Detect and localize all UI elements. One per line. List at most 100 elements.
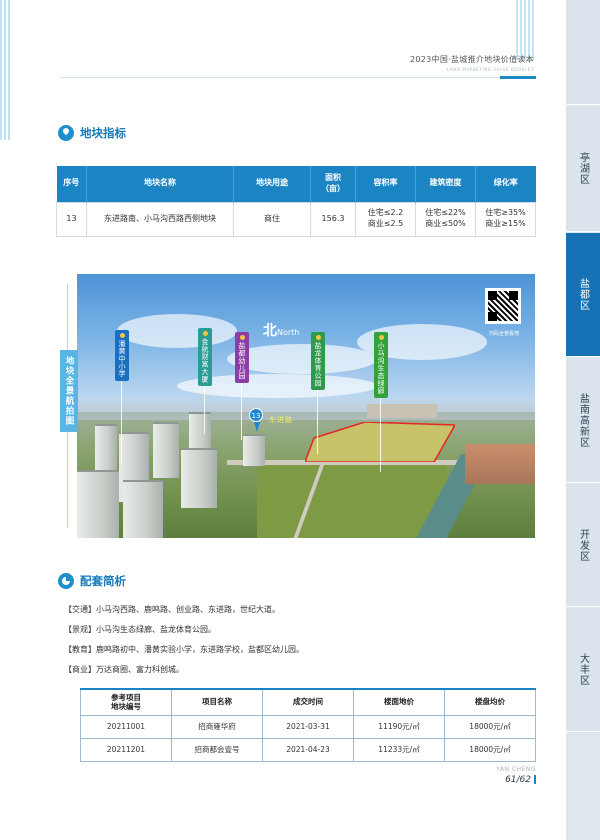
- qr-code-pattern: [488, 291, 518, 321]
- header-cell: 楼盘均价: [444, 688, 536, 716]
- qr-code-icon[interactable]: [485, 288, 521, 324]
- footer-brand: YAN CHENG: [496, 766, 536, 773]
- side-nav-label: 盐南高新区: [577, 392, 589, 448]
- cell: 18000元/㎡: [444, 737, 536, 762]
- building: [77, 470, 119, 538]
- cell-density: 住宅≤22% 商业≤50%: [415, 201, 476, 237]
- reference-projects-table: 参考项目 地块编号 项目名称 成交时间 楼面地价 楼盘均价 20211001 招…: [80, 688, 536, 762]
- page-number-wrap: 61/62: [460, 775, 536, 785]
- cell: 招商雍华府: [171, 714, 263, 739]
- building: [189, 412, 211, 448]
- table-header-row: 参考项目 地块编号 项目名称 成交时间 楼面地价 楼盘均价: [80, 688, 536, 716]
- cell: 20211201: [80, 737, 172, 762]
- building: [123, 480, 163, 538]
- aerial-haze: [77, 398, 535, 420]
- cell-use: 商住: [233, 201, 311, 237]
- label-text: 盐龙体育公园: [314, 342, 322, 387]
- header-cell: 成交时间: [262, 688, 354, 716]
- header-divider: [60, 77, 536, 78]
- dot-icon: [378, 335, 384, 340]
- building: [465, 444, 535, 484]
- table-row: 20211001 招商雍华府 2021-03-31 11190元/㎡ 18000…: [80, 714, 536, 739]
- cell: 11233元/㎡: [353, 737, 445, 762]
- header-cell: 地块名称: [86, 166, 234, 202]
- side-nav-item-kaifa[interactable]: 开发区: [566, 484, 600, 607]
- document-subtitle: LAND MARKETING VALUE BOOKLET: [446, 67, 534, 72]
- decorative-stripes-top: [516, 0, 536, 60]
- cell-name: 东进路南、小马沟西路西侧地块: [86, 201, 234, 237]
- north-word: North: [277, 328, 300, 337]
- cloud: [117, 314, 237, 348]
- plot-13-pin-icon: 13: [249, 408, 263, 422]
- district-side-nav: 亭湖区 盐都区 盐南高新区 开发区 大丰区: [566, 0, 600, 840]
- side-nav-label: 大丰区: [577, 653, 589, 686]
- header-divider-accent: [500, 76, 536, 79]
- header-cell: 面积 （亩）: [310, 166, 356, 202]
- section-title-facilities: 配套简析: [58, 573, 126, 589]
- pie-chart-icon: [58, 573, 74, 589]
- cell: 2021-03-31: [262, 714, 354, 739]
- side-nav-item-yandu[interactable]: 盐都区: [566, 233, 600, 357]
- section-title-indicators: 地块指标: [58, 125, 126, 141]
- facility-transport: 【交通】小马沟西路、鹿鸣路、创业路、东进路，世纪大道。: [64, 605, 280, 614]
- side-nav-item-tinghu[interactable]: 亭湖区: [566, 106, 600, 232]
- dot-icon: [315, 335, 321, 340]
- building: [181, 448, 217, 508]
- table-row: 20211201 招商都会壹号 2021-04-23 11233元/㎡ 1800…: [80, 737, 536, 762]
- cell-far: 住宅≤2.2 商业≤2.5: [355, 201, 416, 237]
- cell: 20211001: [80, 714, 172, 739]
- side-nav-item-dafeng[interactable]: 大丰区: [566, 608, 600, 732]
- side-nav-label: 开发区: [577, 528, 589, 562]
- cell: 18000元/㎡: [444, 714, 536, 739]
- cell-green: 住宅≥35% 商业≥15%: [475, 201, 536, 237]
- header-cell: 项目名称: [171, 688, 263, 716]
- label-jinhang-tower: 金航财富大厦: [198, 328, 212, 386]
- label-xiaomagou-greenway: 小马沟生态绿廊: [374, 332, 388, 398]
- facility-commerce: 【商业】万达商圈、富力科创城。: [64, 665, 184, 674]
- dot-icon: [119, 333, 125, 338]
- header-cell: 楼面地价: [353, 688, 445, 716]
- facility-landscape: 【景观】小马沟生态绿廊、盐龙体育公园。: [64, 625, 216, 634]
- dot-icon: [202, 331, 208, 336]
- label-yanlong-park: 盐龙体育公园: [311, 332, 325, 390]
- building: [153, 422, 179, 478]
- page-number: 61/62: [505, 775, 531, 785]
- building: [243, 434, 265, 466]
- label-pole: [380, 392, 381, 472]
- side-nav-label: 盐都区: [577, 278, 589, 311]
- section-title-text: 地块指标: [80, 126, 126, 140]
- page-number-bar: [534, 775, 536, 784]
- header-cell: 序号: [56, 166, 87, 202]
- document-title: 2023中国·盐城推介地块价值读本: [409, 55, 534, 64]
- label-panhuang-school: 潘黄中小学: [115, 330, 129, 381]
- label-yandu-kindergarten: 盐都幼儿园: [235, 332, 249, 383]
- page-footer: YAN CHENG 61/62: [460, 766, 536, 785]
- north-indicator: 北North: [263, 320, 299, 340]
- dot-icon: [239, 335, 245, 340]
- section-title-text: 配套简析: [80, 574, 126, 588]
- aerial-photo: 潘黄中小学 金航财富大厦 盐都幼儿园 盐龙体育公园 小马沟生态绿廊 北North…: [57, 274, 535, 538]
- header-cell: 参考项目 地块编号: [80, 688, 172, 716]
- plot-indicators-table: 序号 地块名称 地块用途 面积 （亩） 容积率 建筑密度 绿化率 13 东进路南…: [56, 166, 536, 237]
- north-char: 北: [263, 323, 277, 339]
- aerial-green-field: [257, 464, 447, 538]
- label-text: 盐都幼儿园: [238, 342, 246, 380]
- label-pole: [317, 384, 318, 454]
- header-cell: 地块用途: [233, 166, 311, 202]
- cell: 2021-04-23: [262, 737, 354, 762]
- label-text: 金航财富大厦: [201, 338, 209, 383]
- cell-area: 156.3: [310, 201, 356, 237]
- side-nav-top-spacer: [566, 0, 600, 105]
- table-header-row: 序号 地块名称 地块用途 面积 （亩） 容积率 建筑密度 绿化率: [56, 166, 536, 202]
- plot-13-pin-stem: [254, 422, 260, 432]
- location-pin-icon: [58, 125, 74, 141]
- side-nav-item-yannan[interactable]: 盐南高新区: [566, 358, 600, 483]
- facility-education: 【教育】鹿鸣路初中、潘黄实验小学，东进路学校，盐都区幼儿园。: [64, 645, 304, 654]
- decorative-stripes-left: [0, 0, 10, 140]
- building: [367, 404, 437, 418]
- cloud: [227, 344, 377, 374]
- label-text: 潘黄中小学: [118, 340, 126, 378]
- header-cell: 绿化率: [475, 166, 536, 202]
- side-nav-label: 亭湖区: [577, 152, 589, 185]
- header-cell: 建筑密度: [415, 166, 476, 202]
